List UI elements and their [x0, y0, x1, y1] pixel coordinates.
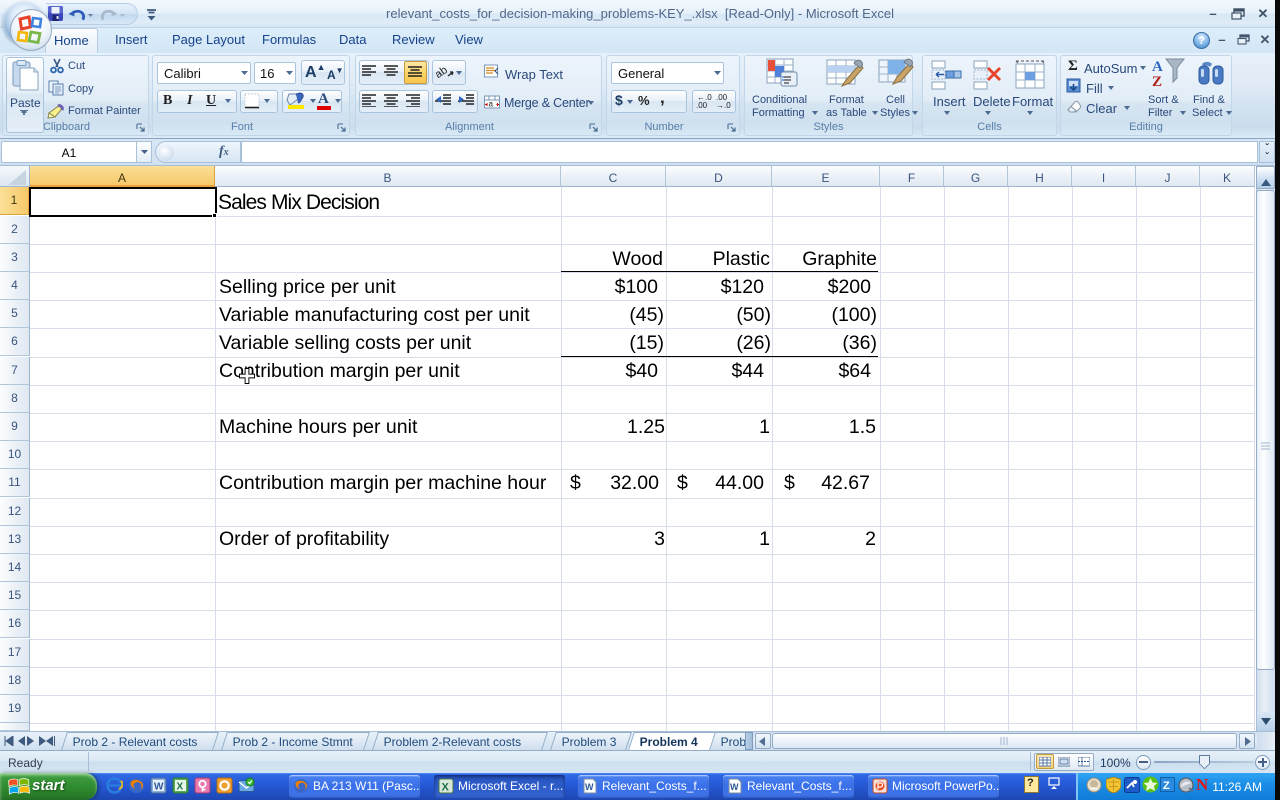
svg-text:A: A — [1152, 59, 1163, 75]
svg-text:W: W — [154, 782, 164, 793]
svg-text:W: W — [730, 782, 739, 792]
svg-text:Z: Z — [1152, 74, 1162, 90]
svg-text:X: X — [442, 782, 450, 794]
svg-text:.00: .00 — [696, 101, 708, 110]
svg-text:a: a — [489, 100, 494, 109]
svg-text:→.0: →.0 — [716, 101, 731, 110]
svg-text:ab: ab — [436, 64, 450, 80]
svg-text:Z: Z — [1163, 780, 1170, 792]
svg-text:X: X — [177, 782, 184, 793]
svg-text:W: W — [585, 782, 594, 792]
